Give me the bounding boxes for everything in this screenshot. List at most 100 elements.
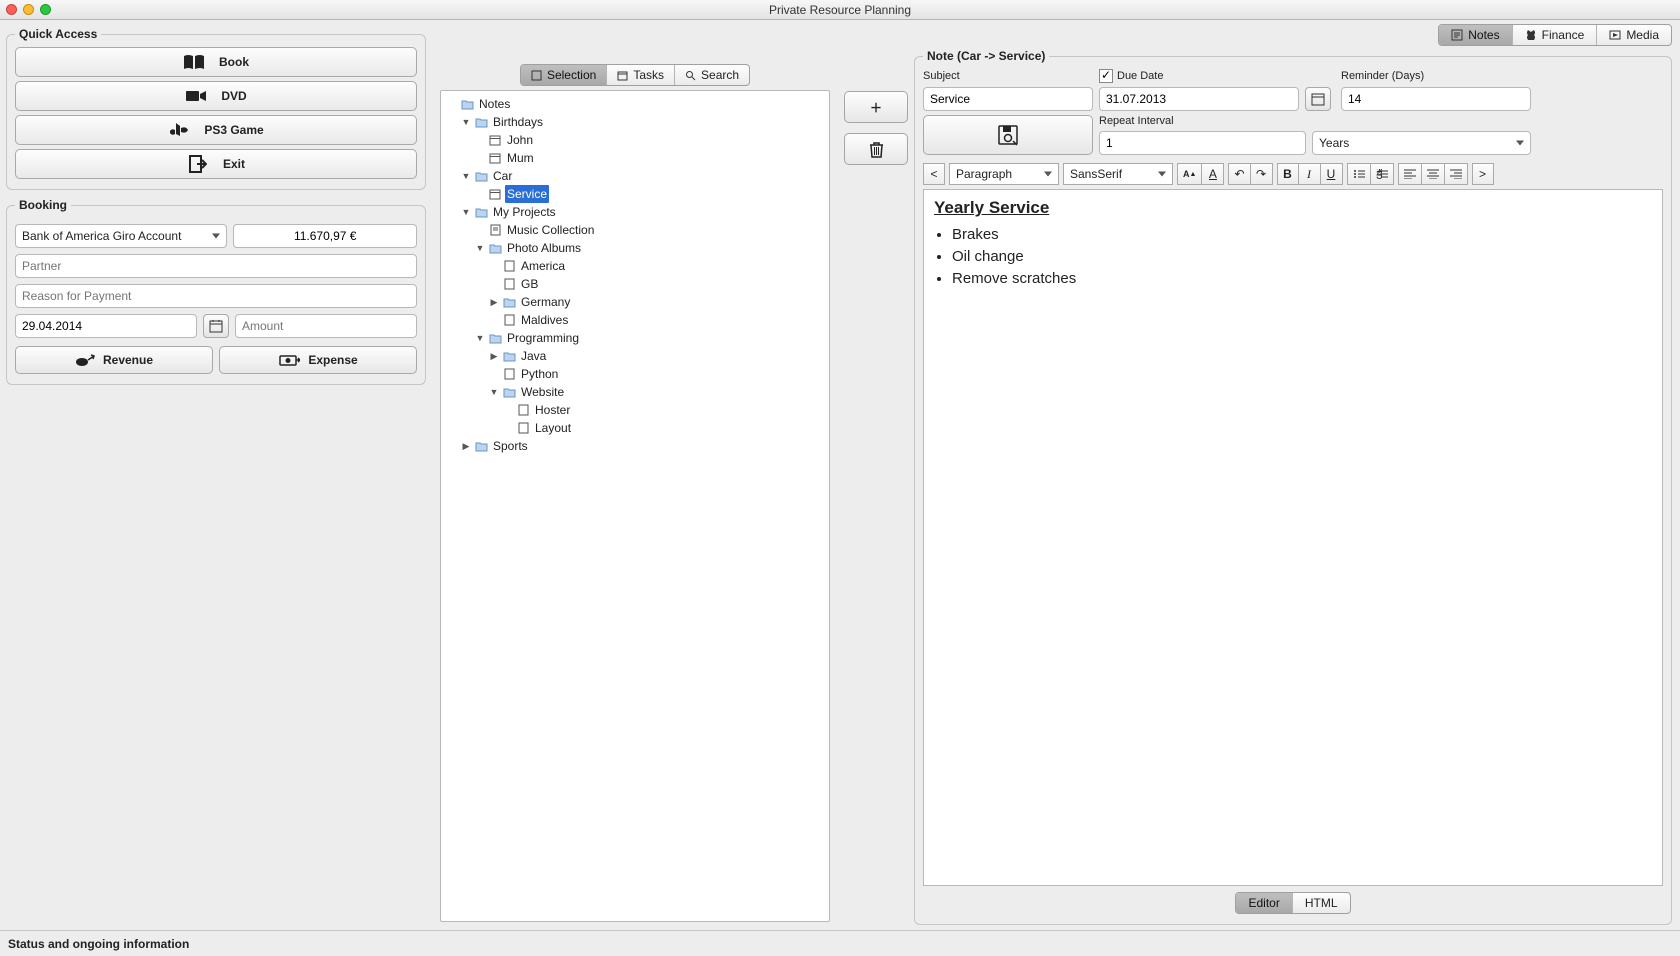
revenue-button[interactable]: Revenue bbox=[15, 346, 213, 374]
tree-item-america[interactable]: America bbox=[519, 257, 567, 275]
redo-button[interactable]: ↷ bbox=[1251, 163, 1273, 185]
disclosure-icon[interactable]: ▼ bbox=[461, 203, 471, 221]
tab-finance[interactable]: Finance bbox=[1512, 25, 1597, 45]
tree-folder-albums[interactable]: Photo Albums bbox=[505, 239, 583, 257]
window-close-button[interactable] bbox=[6, 4, 17, 15]
tree-folder-sports[interactable]: Sports bbox=[491, 437, 530, 455]
tree-folder-germany[interactable]: Germany bbox=[519, 293, 572, 311]
save-note-button[interactable] bbox=[923, 115, 1093, 155]
tree-item-layout[interactable]: Layout bbox=[533, 419, 573, 437]
tab-tasks[interactable]: Tasks bbox=[606, 65, 674, 85]
tree-item-john[interactable]: John bbox=[505, 131, 535, 149]
disclosure-icon[interactable]: ▼ bbox=[475, 239, 485, 257]
tree-item-hoster[interactable]: Hoster bbox=[533, 401, 572, 419]
booking-date-picker-button[interactable] bbox=[203, 314, 229, 338]
calendar-icon bbox=[209, 319, 223, 333]
tab-search[interactable]: Search bbox=[674, 65, 749, 85]
dvd-button[interactable]: DVD bbox=[15, 81, 417, 111]
duedate-input[interactable] bbox=[1099, 87, 1299, 111]
reminder-label: Reminder (Days) bbox=[1341, 70, 1531, 82]
note-calendar-icon bbox=[488, 188, 502, 200]
expense-button[interactable]: Expense bbox=[219, 346, 417, 374]
underline-button[interactable]: U bbox=[1321, 163, 1343, 185]
tree-tabs: Selection Tasks Search bbox=[520, 64, 750, 86]
exit-button[interactable]: Exit bbox=[15, 149, 417, 179]
window-zoom-button[interactable] bbox=[40, 4, 51, 15]
disclosure-icon[interactable]: ▼ bbox=[461, 167, 471, 185]
toolbar-prev-button[interactable]: < bbox=[923, 163, 945, 185]
font-family-select[interactable]: SansSerif bbox=[1063, 163, 1173, 185]
bold-button[interactable]: B bbox=[1277, 163, 1299, 185]
toolbar-next-button[interactable]: > bbox=[1472, 163, 1494, 185]
revenue-icon bbox=[75, 353, 95, 367]
tree-root[interactable]: Notes bbox=[477, 95, 512, 113]
align-center-button[interactable] bbox=[1422, 163, 1445, 185]
numbered-list-button[interactable]: 123 bbox=[1371, 163, 1394, 185]
window-minimize-button[interactable] bbox=[23, 4, 34, 15]
tree-item-gb[interactable]: GB bbox=[519, 275, 540, 293]
font-color-button[interactable]: A bbox=[1202, 163, 1224, 185]
tree-item-mum[interactable]: Mum bbox=[505, 149, 536, 167]
amount-input[interactable] bbox=[235, 314, 417, 338]
align-right-button[interactable] bbox=[1445, 163, 1468, 185]
tab-html[interactable]: HTML bbox=[1292, 893, 1350, 913]
tree-item-python[interactable]: Python bbox=[519, 365, 560, 383]
note-detail-panel: Note (Car -> Service) Subject Due Date R… bbox=[914, 49, 1672, 925]
duedate-label: Due Date bbox=[1117, 70, 1163, 82]
game-icon bbox=[168, 122, 190, 138]
tree-folder-java[interactable]: Java bbox=[519, 347, 548, 365]
folder-icon bbox=[460, 99, 474, 110]
tab-notes[interactable]: Notes bbox=[1439, 25, 1511, 45]
repeat-unit-select[interactable]: Years bbox=[1312, 131, 1531, 155]
notes-tree[interactable]: ▶ Notes ▼ Birthdays ▶ John ▶ Mum ▼ Car bbox=[440, 90, 830, 922]
disclosure-icon[interactable]: ▶ bbox=[489, 293, 499, 311]
repeat-value-input[interactable] bbox=[1099, 131, 1306, 155]
tree-folder-myprojects[interactable]: My Projects bbox=[491, 203, 558, 221]
duedate-picker-button[interactable] bbox=[1305, 87, 1331, 111]
account-select-value: Bank of America Giro Account bbox=[22, 229, 181, 243]
undo-icon: ↶ bbox=[1234, 167, 1244, 181]
disclosure-icon[interactable]: ▼ bbox=[489, 383, 499, 401]
undo-button[interactable]: ↶ bbox=[1228, 163, 1250, 185]
tab-editor-label: Editor bbox=[1248, 896, 1279, 910]
delete-note-button[interactable] bbox=[844, 133, 908, 165]
reason-input[interactable] bbox=[15, 284, 417, 308]
note-editor[interactable]: Yearly Service Brakes Oil change Remove … bbox=[923, 189, 1663, 886]
status-text: Status and ongoing information bbox=[8, 937, 189, 951]
partner-input[interactable] bbox=[15, 254, 417, 278]
font-size-increase-button[interactable]: A▲ bbox=[1177, 163, 1202, 185]
tree-folder-website[interactable]: Website bbox=[519, 383, 566, 401]
disclosure-icon[interactable]: ▶ bbox=[461, 437, 471, 455]
disclosure-icon[interactable]: ▼ bbox=[475, 329, 485, 347]
italic-button[interactable]: I bbox=[1299, 163, 1321, 185]
note-content-title: Yearly Service bbox=[934, 198, 1652, 218]
tab-selection[interactable]: Selection bbox=[521, 65, 606, 85]
balance-field[interactable] bbox=[233, 224, 417, 248]
duedate-checkbox[interactable] bbox=[1099, 69, 1113, 83]
disclosure-icon[interactable]: ▼ bbox=[461, 113, 471, 131]
tree-folder-programming[interactable]: Programming bbox=[505, 329, 581, 347]
paragraph-style-select[interactable]: Paragraph bbox=[949, 163, 1059, 185]
subject-input[interactable] bbox=[923, 87, 1093, 111]
tree-item-service[interactable]: Service bbox=[505, 185, 549, 203]
align-left-button[interactable] bbox=[1398, 163, 1422, 185]
account-select[interactable]: Bank of America Giro Account bbox=[15, 224, 227, 248]
tab-media[interactable]: Media bbox=[1596, 25, 1671, 45]
add-note-button[interactable]: ＋ bbox=[844, 91, 908, 123]
reminder-input[interactable] bbox=[1341, 87, 1531, 111]
folder-icon bbox=[474, 171, 488, 182]
note-page-icon bbox=[502, 314, 516, 326]
tab-html-label: HTML bbox=[1305, 896, 1338, 910]
dvd-button-label: DVD bbox=[221, 89, 246, 103]
tree-item-maldives[interactable]: Maldives bbox=[519, 311, 570, 329]
booking-date-input[interactable] bbox=[15, 314, 197, 338]
tree-item-music[interactable]: Music Collection bbox=[505, 221, 596, 239]
booking-panel: Booking Bank of America Giro Account Rev… bbox=[6, 198, 426, 385]
tree-folder-birthdays[interactable]: Birthdays bbox=[491, 113, 545, 131]
ps3-button[interactable]: PS3 Game bbox=[15, 115, 417, 145]
disclosure-icon[interactable]: ▶ bbox=[489, 347, 499, 365]
bullet-list-button[interactable] bbox=[1347, 163, 1371, 185]
book-button[interactable]: Book bbox=[15, 47, 417, 77]
tree-folder-car[interactable]: Car bbox=[491, 167, 514, 185]
tab-editor[interactable]: Editor bbox=[1236, 893, 1291, 913]
